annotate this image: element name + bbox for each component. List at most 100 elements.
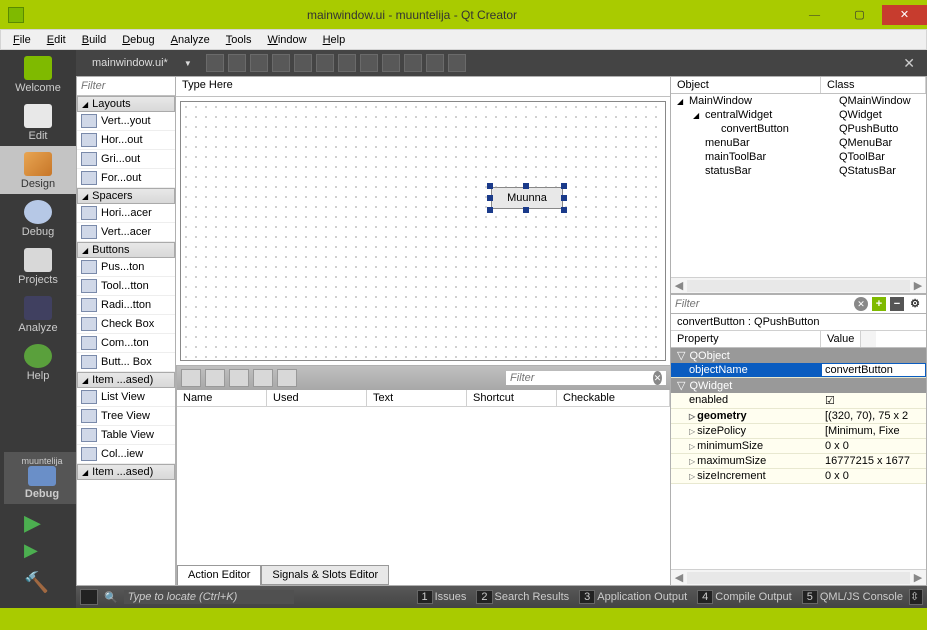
tab-dropdown-icon[interactable]: ▼ [184, 59, 192, 68]
action-copy-icon[interactable] [205, 369, 225, 387]
tool-edit-buddies-icon[interactable] [250, 54, 268, 72]
object-tree-row[interactable]: menuBarQMenuBar [671, 136, 926, 150]
widget-category[interactable]: ◢Layouts [77, 96, 175, 112]
close-button[interactable]: ✕ [882, 5, 927, 25]
menu-tools[interactable]: Tools [218, 32, 260, 48]
menu-help[interactable]: Help [315, 32, 354, 48]
menu-file[interactable]: File [5, 32, 39, 48]
widget-category[interactable]: ◢Item ...ased) [77, 372, 175, 388]
action-filter-input[interactable] [510, 372, 653, 384]
property-row[interactable]: ▷sizePolicy[Minimum, Fixe [671, 424, 926, 439]
widget-item[interactable]: Tree View [77, 407, 175, 426]
target-selector[interactable]: muuntelija Debug [4, 452, 80, 504]
menu-window[interactable]: Window [259, 32, 314, 48]
mode-help[interactable]: Help [0, 338, 76, 386]
tab-action-editor[interactable]: Action Editor [177, 565, 261, 585]
object-tree-row[interactable]: ◢centralWidgetQWidget [671, 108, 926, 122]
widget-item[interactable]: List View [77, 388, 175, 407]
mode-edit[interactable]: Edit [0, 98, 76, 146]
object-tree-row[interactable]: ◢MainWindowQMainWindow [671, 94, 926, 108]
property-row[interactable]: enabled☑ [671, 393, 926, 409]
widget-item[interactable]: Hori...acer [77, 204, 175, 223]
tool-edit-signals-icon[interactable] [228, 54, 246, 72]
tool-break-layout-icon[interactable] [426, 54, 444, 72]
menu-debug[interactable]: Debug [114, 32, 162, 48]
tool-layout-h-icon[interactable] [294, 54, 312, 72]
mode-debug[interactable]: Debug [0, 194, 76, 242]
property-add-icon[interactable]: + [872, 297, 886, 311]
objtree-hscroll[interactable]: ◀▶ [671, 277, 926, 293]
widget-category[interactable]: ◢Item ...ased) [77, 464, 175, 480]
widget-item[interactable]: Tool...tton [77, 277, 175, 296]
tab-signals-slots[interactable]: Signals & Slots Editor [261, 565, 389, 585]
property-list[interactable]: ▽QObjectobjectNameconvertButton▽QWidgete… [671, 348, 926, 569]
property-row[interactable]: ▷sizeIncrement0 x 0 [671, 469, 926, 484]
widget-item[interactable]: For...out [77, 169, 175, 188]
action-config-icon[interactable] [277, 369, 297, 387]
prop-col-value[interactable]: Value [821, 331, 860, 347]
tool-layout-form-icon[interactable] [404, 54, 422, 72]
property-category[interactable]: ▽QObject [671, 348, 926, 363]
objtree-col-class[interactable]: Class [821, 77, 926, 93]
action-filter-clear-icon[interactable]: ✕ [653, 371, 662, 385]
widget-item[interactable]: Butt... Box [77, 353, 175, 372]
property-filter-clear-icon[interactable]: ✕ [854, 297, 868, 311]
form-canvas[interactable]: Muunna [180, 101, 666, 361]
widget-item[interactable]: Com...ton [77, 334, 175, 353]
minimize-button[interactable]: — [792, 5, 837, 25]
tool-edit-taborder-icon[interactable] [272, 54, 290, 72]
output-expand-icon[interactable]: ⇳ [909, 589, 923, 605]
menu-build[interactable]: Build [74, 32, 114, 48]
object-tree[interactable]: ◢MainWindowQMainWindow◢centralWidgetQWid… [671, 94, 926, 277]
close-editor-button[interactable]: ✕ [897, 55, 921, 72]
form-button-muunna[interactable]: Muunna [491, 187, 563, 209]
maximize-button[interactable]: ▢ [837, 5, 882, 25]
widget-category[interactable]: ◢Spacers [77, 188, 175, 204]
output-compile[interactable]: 4Compile Output [693, 590, 796, 604]
action-paste-icon[interactable] [229, 369, 249, 387]
locator-input[interactable]: Type to locate (Ctrl+K) [124, 590, 294, 604]
widget-item[interactable]: Vert...yout [77, 112, 175, 131]
output-issues[interactable]: 1Issues [413, 590, 471, 604]
property-remove-icon[interactable]: − [890, 297, 904, 311]
run-debug-button[interactable]: ▶ [24, 540, 52, 564]
mode-welcome[interactable]: Welcome [0, 50, 76, 98]
property-row[interactable]: ▷maximumSize16777215 x 1677 [671, 454, 926, 469]
tool-layout-vs-icon[interactable] [360, 54, 378, 72]
object-tree-row[interactable]: convertButtonQPushButto [671, 122, 926, 136]
widget-item[interactable]: Table View [77, 426, 175, 445]
objtree-col-object[interactable]: Object [671, 77, 821, 93]
tool-layout-grid-icon[interactable] [382, 54, 400, 72]
object-tree-row[interactable]: statusBarQStatusBar [671, 164, 926, 178]
widget-item[interactable]: Col...iew [77, 445, 175, 464]
action-list[interactable] [177, 407, 670, 565]
mode-projects[interactable]: Projects [0, 242, 76, 290]
menu-type-here[interactable]: Type Here [176, 77, 239, 96]
widget-item[interactable]: Pus...ton [77, 258, 175, 277]
tool-adjust-size-icon[interactable] [448, 54, 466, 72]
menu-edit[interactable]: Edit [39, 32, 74, 48]
menu-analyze[interactable]: Analyze [163, 32, 218, 48]
widget-item[interactable]: Vert...acer [77, 223, 175, 242]
property-row[interactable]: objectNameconvertButton [671, 363, 926, 378]
action-delete-icon[interactable] [253, 369, 273, 387]
tool-layout-hs-icon[interactable] [338, 54, 356, 72]
tool-edit-widgets-icon[interactable] [206, 54, 224, 72]
object-tree-row[interactable]: mainToolBarQToolBar [671, 150, 926, 164]
mode-analyze[interactable]: Analyze [0, 290, 76, 338]
property-category[interactable]: ▽QWidget [671, 378, 926, 393]
widget-item[interactable]: Check Box [77, 315, 175, 334]
widget-item[interactable]: Hor...out [77, 131, 175, 150]
run-button[interactable]: ▶ [24, 510, 52, 534]
output-search[interactable]: 2Search Results [472, 590, 573, 604]
widget-item[interactable]: Gri...out [77, 150, 175, 169]
output-app[interactable]: 3Application Output [575, 590, 691, 604]
property-row[interactable]: ▷minimumSize0 x 0 [671, 439, 926, 454]
mode-design[interactable]: Design [0, 146, 76, 194]
widget-item[interactable]: Radi...tton [77, 296, 175, 315]
prop-col-name[interactable]: Property [671, 331, 821, 347]
property-filter-input[interactable] [675, 298, 850, 310]
output-qml[interactable]: 5QML/JS Console [798, 590, 907, 604]
widget-category[interactable]: ◢Buttons [77, 242, 175, 258]
tool-layout-v-icon[interactable] [316, 54, 334, 72]
